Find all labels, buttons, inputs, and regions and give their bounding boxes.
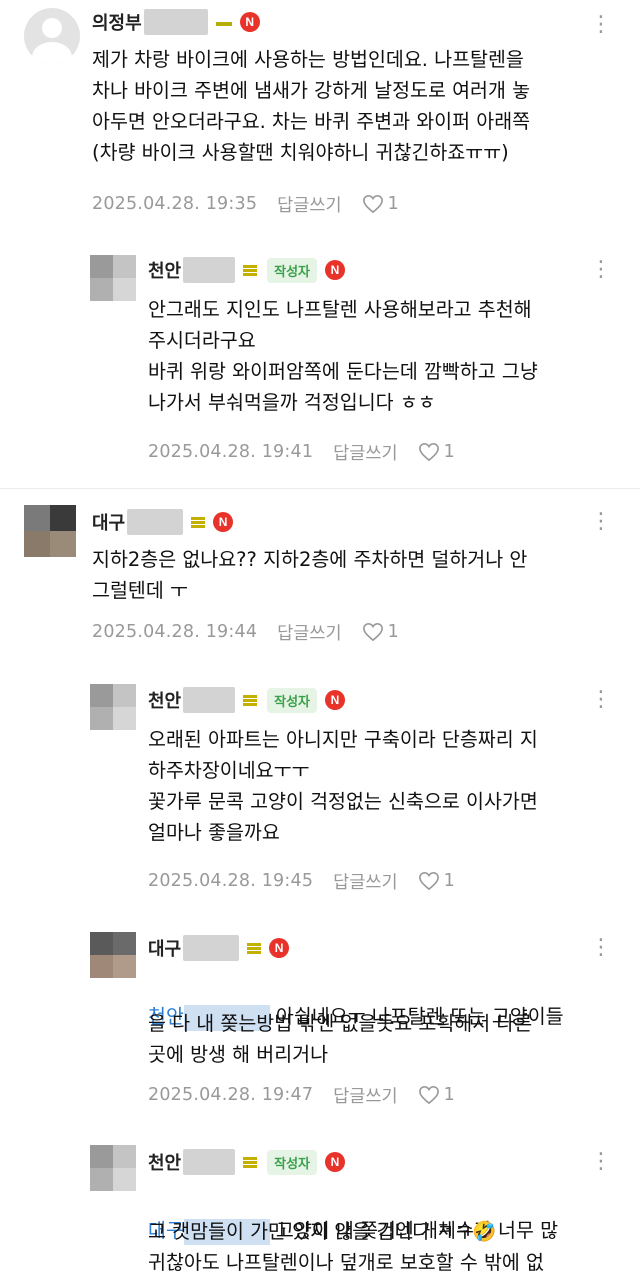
heart-icon[interactable] — [418, 871, 440, 891]
avatar[interactable] — [90, 932, 136, 978]
reply-button[interactable]: 답글쓰기 — [333, 869, 397, 894]
author-badge: 작성자 — [267, 687, 318, 713]
avatar[interactable] — [90, 684, 136, 730]
comment-text: 제가 차랑 바이크에 사용하는 방법인데요. 나프탈렌을 차나 바이크 주변에 … — [92, 48, 531, 164]
comment-date: 2025.04.28. 19:41 — [148, 442, 314, 462]
nickname[interactable]: 천안 — [148, 1149, 181, 1175]
author-badge: 작성자 — [267, 257, 318, 283]
nickname-blur — [183, 687, 236, 713]
more-options-icon[interactable]: ⋮ — [590, 1151, 612, 1173]
level-icon — [191, 516, 206, 528]
avatar[interactable] — [90, 255, 136, 301]
nickname-blur — [143, 9, 208, 35]
like-count: 1 — [443, 442, 455, 462]
divider — [0, 488, 640, 489]
more-options-icon[interactable]: ⋮ — [590, 689, 612, 711]
comment-text: 고 캣맘들이 가만 있지 않을 겁니다 ㅋㅋ🤣 귀찮아도 나프탈렌이나 덮개로 … — [148, 1220, 544, 1274]
comment-text: 오래된 아파트는 아니지만 구축이라 단층짜리 지 하주차장이네요ㅜㅜ 꽃가루 … — [148, 728, 538, 844]
more-options-icon[interactable]: ⋮ — [590, 937, 612, 959]
like-count: 1 — [387, 622, 399, 642]
n-badge-icon: N — [325, 260, 346, 280]
avatar[interactable] — [90, 1145, 136, 1191]
reply-button[interactable]: 답글쓰기 — [333, 440, 397, 465]
heart-icon[interactable] — [418, 1085, 440, 1105]
nickname[interactable]: 의정부 — [92, 9, 142, 35]
reply-button[interactable]: 답글쓰기 — [277, 620, 341, 645]
like-count: 1 — [443, 1085, 455, 1105]
author-badge: 작성자 — [267, 1149, 318, 1175]
level-icon — [243, 1156, 258, 1168]
nickname-blur — [183, 935, 240, 961]
comment-date: 2025.04.28. 19:44 — [92, 622, 258, 642]
comment-date: 2025.04.28. 19:47 — [148, 1085, 314, 1105]
heart-icon[interactable] — [362, 622, 384, 642]
level-icon — [243, 264, 258, 276]
level-icon — [215, 22, 232, 26]
heart-icon[interactable] — [418, 442, 440, 462]
nickname[interactable]: 대구 — [92, 509, 125, 535]
comment-date: 2025.04.28. 19:45 — [148, 871, 314, 891]
more-options-icon[interactable]: ⋮ — [590, 14, 612, 36]
n-badge-icon: N — [325, 690, 346, 710]
more-options-icon[interactable]: ⋮ — [590, 511, 612, 533]
n-badge-icon: N — [213, 512, 234, 532]
level-icon — [247, 942, 262, 954]
nickname[interactable]: 대구 — [148, 935, 181, 961]
n-badge-icon: N — [269, 938, 290, 958]
comment-date: 2025.04.28. 19:35 — [92, 194, 258, 214]
nickname-blur — [183, 1149, 236, 1175]
n-badge-icon: N — [325, 1152, 346, 1172]
avatar[interactable] — [24, 8, 80, 64]
like-count: 1 — [443, 871, 455, 891]
avatar[interactable] — [24, 505, 76, 557]
comment-text: 안그래도 지인도 나프탈렌 사용해보라고 추천해 주시더라구요 바퀴 위랑 와이… — [148, 298, 538, 414]
reply-button[interactable]: 답글쓰기 — [277, 192, 341, 217]
heart-icon[interactable] — [362, 194, 384, 214]
reply-button[interactable]: 답글쓰기 — [333, 1083, 397, 1108]
level-icon — [243, 694, 258, 706]
comment-text: 을 다 내 쫒는방법 밖엔 없을듯요 포획해서 다른 곳에 방생 해 버리거나 — [148, 1012, 533, 1066]
n-badge-icon: N — [239, 12, 260, 32]
nickname-blur — [127, 509, 184, 535]
nickname[interactable]: 천안 — [148, 687, 181, 713]
more-options-icon[interactable]: ⋮ — [590, 259, 612, 281]
comment-text: 지하2층은 없나요?? 지하2층에 주차하면 덜하거나 안 그럴텐데 ㅜ — [92, 548, 528, 602]
nickname-blur — [183, 257, 236, 283]
like-count: 1 — [387, 194, 399, 214]
nickname[interactable]: 천안 — [148, 257, 181, 283]
